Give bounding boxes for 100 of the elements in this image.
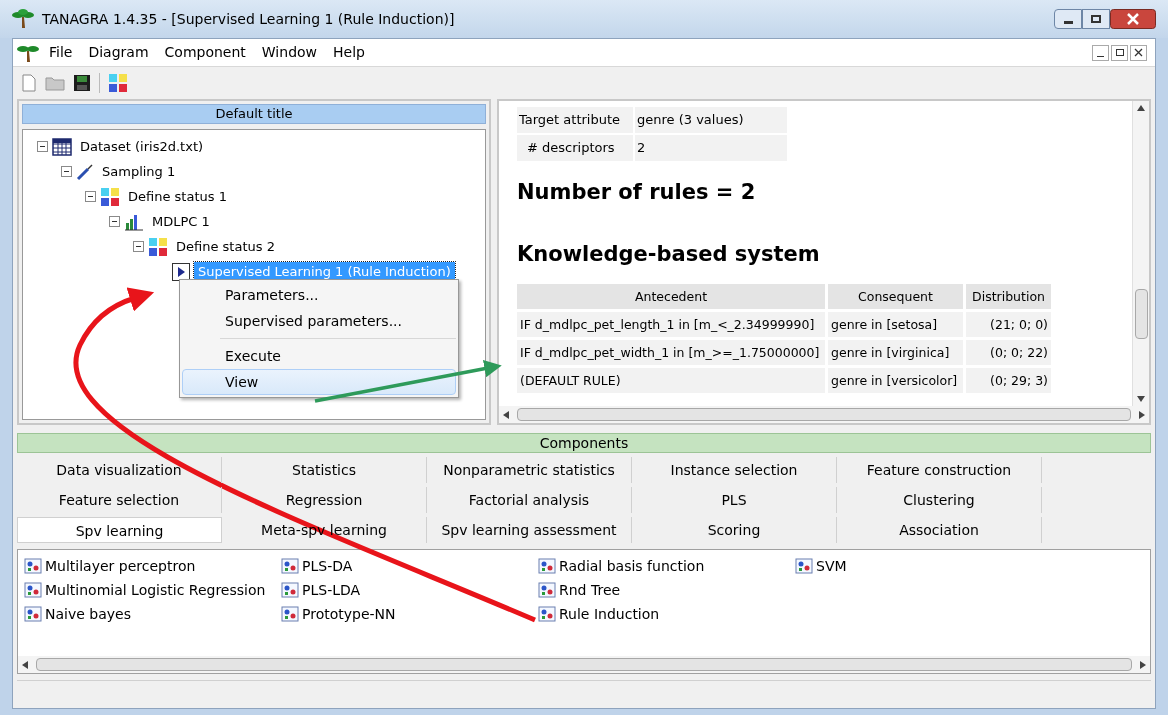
collapse-toggle[interactable]	[109, 216, 120, 227]
component-icon	[795, 558, 813, 574]
vertical-scrollbar[interactable]	[1132, 101, 1149, 406]
horizontal-scrollbar[interactable]	[499, 406, 1149, 423]
info-label: # descriptors	[517, 135, 633, 161]
table-cell: (0; 0; 22)	[966, 340, 1051, 365]
minimize-icon[interactable]	[1054, 9, 1082, 29]
component-icon	[24, 582, 42, 598]
minimize-icon[interactable]	[1092, 44, 1109, 61]
maximize-icon[interactable]	[1082, 9, 1110, 29]
category-tab[interactable]: Feature construction	[837, 457, 1042, 483]
components-header: Components	[17, 433, 1151, 453]
tree-item[interactable]: Define status 1	[124, 186, 231, 207]
status-icon	[108, 73, 128, 93]
scroll-thumb[interactable]	[1134, 288, 1148, 339]
component-icon	[281, 558, 299, 574]
tool-item[interactable]: Radial basis function	[538, 554, 795, 578]
menu-item[interactable]: Help	[327, 42, 371, 63]
scroll-up-icon[interactable]	[1137, 105, 1145, 111]
rules-count-heading: Number of rules = 2	[517, 179, 757, 206]
horizontal-scrollbar[interactable]	[18, 656, 1150, 673]
tool-item[interactable]: Prototype-NN	[281, 602, 538, 626]
tool-item[interactable]: PLS-LDA	[281, 578, 538, 602]
component-icon	[281, 582, 299, 598]
tool-item[interactable]: Multilayer perceptron	[24, 554, 281, 578]
category-tab[interactable]: PLS	[632, 487, 837, 513]
restore-icon[interactable]	[1111, 44, 1128, 61]
column-header: Consequent	[828, 284, 963, 309]
tool-item[interactable]: Multinomial Logistic Regression	[24, 578, 281, 602]
panel-title: Default title	[22, 104, 486, 124]
component-icon	[538, 582, 556, 598]
category-tab[interactable]: Factorial analysis	[427, 487, 632, 513]
category-tab[interactable]: Association	[837, 517, 1042, 543]
menu-item[interactable]: Component	[158, 42, 252, 63]
table-cell: genre in [versicolor]	[828, 368, 963, 393]
tool-item[interactable]: PLS-DA	[281, 554, 538, 578]
section-heading: Knowledge-based system	[517, 240, 821, 268]
scroll-left-icon[interactable]	[503, 410, 509, 419]
table-cell: genre in [setosa]	[828, 312, 963, 337]
scroll-thumb[interactable]	[36, 658, 1132, 671]
category-tab[interactable]: Instance selection	[632, 457, 837, 483]
collapse-toggle[interactable]	[85, 191, 96, 202]
table-icon	[52, 137, 72, 156]
component-icon	[538, 558, 556, 574]
scroll-right-icon[interactable]	[1140, 660, 1146, 669]
collapse-toggle[interactable]	[37, 141, 48, 152]
scroll-down-icon[interactable]	[1137, 396, 1145, 402]
tree-item[interactable]: Dataset (iris2d.txt)	[76, 136, 208, 157]
close-icon[interactable]	[1130, 44, 1147, 61]
menu-item[interactable]: File	[43, 42, 79, 63]
save-icon[interactable]	[73, 74, 91, 92]
category-tab[interactable]: Statistics	[222, 457, 427, 483]
tool-item[interactable]: Rnd Tree	[538, 578, 795, 602]
window-title: TANAGRA 1.4.35 - [Supervised Learning 1 (Rule Induction)]	[42, 9, 455, 29]
palm-tree-icon	[12, 9, 34, 29]
table-cell: genre in [virginica]	[828, 340, 963, 365]
scroll-right-icon[interactable]	[1139, 410, 1145, 419]
category-tab[interactable]: Clustering	[837, 487, 1042, 513]
tree-item[interactable]: MDLPC 1	[148, 211, 214, 232]
menu-item[interactable]: Diagram	[82, 42, 155, 63]
bar-chart-icon	[124, 212, 144, 231]
column-header: Distribution	[966, 284, 1051, 309]
menu-item[interactable]: View	[182, 369, 456, 395]
table-cell: IF d_mdlpc_pet_width_1 in [m_>=_1.75000000]	[517, 340, 825, 365]
scroll-thumb[interactable]	[517, 408, 1131, 421]
component-icon	[538, 606, 556, 622]
table-cell: (0; 29; 3)	[966, 368, 1051, 393]
status-icon	[148, 236, 168, 257]
tool-item[interactable]: Rule Induction	[538, 602, 795, 626]
category-tab[interactable]: Feature selection	[17, 487, 222, 513]
category-tab[interactable]: Scoring	[632, 517, 837, 543]
table-cell: IF d_mdlpc_pet_length_1 in [m_<_2.34999990]	[517, 312, 825, 337]
category-tab[interactable]: Regression	[222, 487, 427, 513]
syringe-icon	[76, 162, 94, 181]
info-value: genre (3 values)	[635, 107, 787, 133]
category-tab[interactable]: Spv learning	[17, 517, 222, 543]
scroll-left-icon[interactable]	[22, 660, 28, 669]
component-icon	[281, 606, 299, 622]
info-label: Target attribute	[517, 107, 633, 133]
tree-item[interactable]: Sampling 1	[98, 161, 180, 182]
column-header: Antecedent	[517, 284, 825, 309]
collapse-toggle[interactable]	[133, 241, 144, 252]
tool-item[interactable]: Naive bayes	[24, 602, 281, 626]
status-icon	[100, 186, 120, 207]
category-tab[interactable]: Data visualization	[17, 457, 222, 483]
table-cell: (DEFAULT RULE)	[517, 368, 825, 393]
table-cell: (21; 0; 0)	[966, 312, 1051, 337]
close-icon[interactable]	[1110, 9, 1156, 29]
menu-item[interactable]: Parameters...	[182, 282, 456, 308]
tree-item[interactable]: Define status 2	[172, 236, 279, 257]
component-icon	[24, 558, 42, 574]
component-icon	[24, 606, 42, 622]
category-tab[interactable]: Nonparametric statistics	[427, 457, 632, 483]
info-value: 2	[635, 135, 787, 161]
collapse-toggle[interactable]	[61, 166, 72, 177]
menu-item[interactable]: Supervised parameters...	[182, 308, 456, 334]
tool-item[interactable]: SVM	[795, 554, 1052, 578]
category-tab[interactable]: Spv learning assessment	[427, 517, 632, 543]
menu-item[interactable]: Execute	[182, 343, 456, 369]
menu-item[interactable]: Window	[255, 42, 324, 63]
